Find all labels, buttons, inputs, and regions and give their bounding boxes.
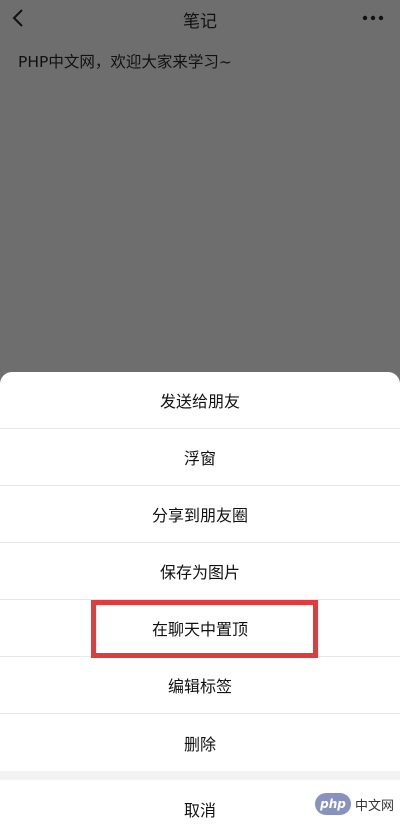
more-dots-icon <box>362 15 384 21</box>
screen: 笔记 PHP中文网，欢迎大家来学习~ 发送给朋友 浮窗 分享到朋友圈 保存为图片… <box>0 0 400 831</box>
action-save-as-image[interactable]: 保存为图片 <box>0 543 400 600</box>
action-share-moments[interactable]: 分享到朋友圈 <box>0 486 400 543</box>
action-pin-in-chat[interactable]: 在聊天中置顶 <box>0 600 400 657</box>
action-delete[interactable]: 删除 <box>0 714 400 771</box>
watermark-text: 中文网 <box>354 798 394 814</box>
sheet-divider <box>0 771 400 780</box>
action-floating-window[interactable]: 浮窗 <box>0 429 400 486</box>
php-logo-icon: php <box>314 793 351 815</box>
note-content: PHP中文网，欢迎大家来学习~ <box>18 53 232 71</box>
action-send-to-friend[interactable]: 发送给朋友 <box>0 372 400 429</box>
action-edit-tags[interactable]: 编辑标签 <box>0 657 400 714</box>
action-sheet: 发送给朋友 浮窗 分享到朋友圈 保存为图片 在聊天中置顶 编辑标签 删除 取消 <box>0 372 400 831</box>
page-title: 笔记 <box>183 12 217 32</box>
more-button[interactable] <box>360 6 386 30</box>
nav-bar: 笔记 <box>0 0 400 36</box>
watermark: php 中文网 <box>314 793 394 815</box>
